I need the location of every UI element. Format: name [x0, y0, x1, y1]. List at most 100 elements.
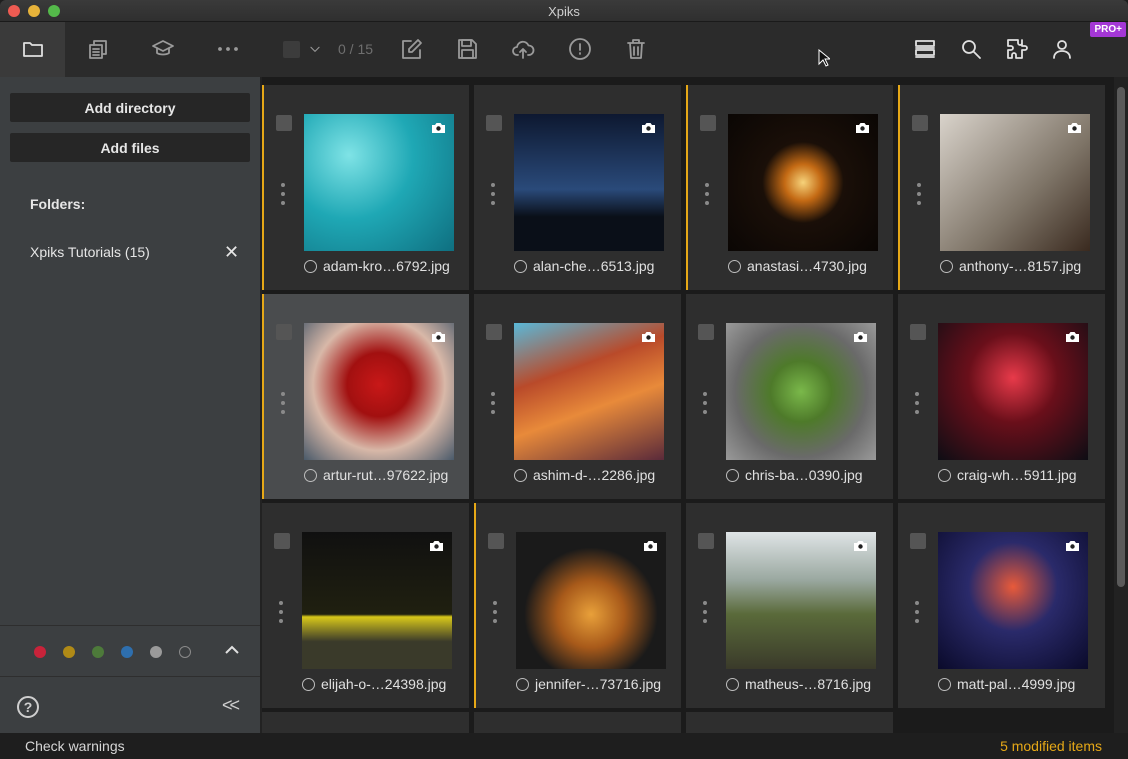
artwork-checkbox[interactable] — [698, 533, 714, 549]
info-icon[interactable] — [566, 35, 594, 63]
add-files-button[interactable]: Add files — [10, 133, 250, 162]
drag-handle-icon[interactable] — [915, 601, 919, 623]
artwork-thumbnail[interactable] — [516, 532, 666, 669]
color-filter-red[interactable] — [34, 646, 46, 658]
drag-handle-icon[interactable] — [279, 601, 283, 623]
artwork-card[interactable]: ashim-d-…2286.jpg — [474, 294, 681, 499]
artwork-checkbox[interactable] — [488, 533, 504, 549]
check-warnings-link[interactable]: Check warnings — [25, 738, 125, 754]
mouse-cursor-icon — [818, 49, 830, 67]
artwork-filename: anthony-…8157.jpg — [940, 258, 1100, 274]
artwork-thumbnail[interactable] — [302, 532, 452, 669]
status-ring-icon — [938, 468, 951, 482]
artwork-checkbox[interactable] — [910, 324, 926, 340]
artwork-card[interactable]: anthony-…8157.jpg — [898, 85, 1105, 290]
color-filter-gray[interactable] — [150, 646, 162, 658]
search-icon[interactable] — [957, 35, 985, 63]
select-all-checkbox[interactable] — [283, 41, 300, 58]
artwork-thumbnail[interactable] — [514, 114, 664, 251]
artwork-card-partial[interactable] — [474, 712, 681, 733]
artwork-checkbox[interactable] — [698, 324, 714, 340]
artwork-card[interactable]: elijah-o-…24398.jpg — [262, 503, 469, 708]
artwork-checkbox[interactable] — [486, 115, 502, 131]
artwork-checkbox[interactable] — [912, 115, 928, 131]
artwork-card[interactable]: matheus-…8716.jpg — [686, 503, 893, 708]
artwork-filename: matt-pal…4999.jpg — [938, 676, 1098, 692]
artwork-checkbox[interactable] — [910, 533, 926, 549]
drag-handle-icon[interactable] — [703, 601, 707, 623]
camera-icon — [1066, 541, 1079, 551]
artwork-card[interactable]: craig-wh…5911.jpg — [898, 294, 1105, 499]
artwork-thumbnail[interactable] — [940, 114, 1090, 251]
artwork-card[interactable]: anastasi…4730.jpg — [686, 85, 893, 290]
more-icon[interactable] — [214, 35, 242, 63]
color-filter-green[interactable] — [92, 646, 104, 658]
folders-tab[interactable] — [0, 22, 65, 77]
artwork-card-partial[interactable] — [262, 712, 469, 733]
grid-scrollbar[interactable] — [1114, 77, 1128, 733]
artwork-checkbox[interactable] — [276, 324, 292, 340]
plugins-icon[interactable] — [1003, 35, 1031, 63]
drag-handle-icon[interactable] — [491, 392, 495, 414]
artwork-checkbox[interactable] — [700, 115, 716, 131]
camera-icon — [432, 332, 445, 342]
user-icon[interactable] — [1048, 35, 1076, 63]
artwork-thumbnail[interactable] — [726, 532, 876, 669]
graduation-cap-icon[interactable] — [149, 35, 177, 63]
status-ring-icon — [516, 677, 529, 691]
filename-text: ashim-d-…2286.jpg — [533, 467, 656, 483]
filename-text: craig-wh…5911.jpg — [957, 467, 1077, 483]
trash-icon[interactable] — [622, 35, 650, 63]
color-filter-blue[interactable] — [121, 646, 133, 658]
artwork-card[interactable]: matt-pal…4999.jpg — [898, 503, 1105, 708]
artwork-filename: anastasi…4730.jpg — [728, 258, 888, 274]
artwork-card-partial[interactable] — [686, 712, 893, 733]
artwork-card[interactable]: alan-che…6513.jpg — [474, 85, 681, 290]
edit-icon[interactable] — [398, 35, 426, 63]
drag-handle-icon[interactable] — [703, 392, 707, 414]
status-bar: Check warnings 5 modified items — [0, 733, 1128, 759]
artwork-thumbnail[interactable] — [728, 114, 878, 251]
artwork-thumbnail[interactable] — [938, 323, 1088, 460]
drag-handle-icon[interactable] — [917, 183, 921, 205]
modified-items-link[interactable]: 5 modified items — [1000, 738, 1102, 754]
remove-folder-icon[interactable]: ✕ — [224, 242, 239, 263]
artwork-filename: elijah-o-…24398.jpg — [302, 676, 462, 692]
pro-badge[interactable]: PRO+ — [1090, 22, 1126, 37]
color-filter-none[interactable] — [179, 646, 191, 658]
collapse-sidebar-icon[interactable]: << — [222, 695, 240, 716]
chevron-down-icon[interactable] — [303, 37, 327, 61]
chevron-up-icon[interactable] — [222, 640, 242, 660]
color-filter-yellow[interactable] — [63, 646, 75, 658]
artwork-thumbnail[interactable] — [514, 323, 664, 460]
artwork-checkbox[interactable] — [486, 324, 502, 340]
artwork-thumbnail[interactable] — [938, 532, 1088, 669]
folder-item[interactable]: Xpiks Tutorials (15) — [30, 244, 150, 260]
drag-handle-icon[interactable] — [493, 601, 497, 623]
artwork-checkbox[interactable] — [274, 533, 290, 549]
artwork-card[interactable]: artur-rut…97622.jpg — [262, 294, 469, 499]
artwork-card[interactable]: adam-kro…6792.jpg — [262, 85, 469, 290]
list-view-icon[interactable] — [911, 35, 939, 63]
drag-handle-icon[interactable] — [491, 183, 495, 205]
camera-icon — [854, 332, 867, 342]
artwork-filename: artur-rut…97622.jpg — [304, 467, 464, 483]
artwork-thumbnail[interactable] — [304, 323, 454, 460]
save-icon[interactable] — [453, 35, 481, 63]
drag-handle-icon[interactable] — [705, 183, 709, 205]
artwork-thumbnail[interactable] — [304, 114, 454, 251]
help-icon[interactable]: ? — [17, 696, 39, 718]
scrollbar-thumb[interactable] — [1117, 87, 1125, 587]
drag-handle-icon[interactable] — [915, 392, 919, 414]
drag-handle-icon[interactable] — [281, 183, 285, 205]
artwork-card[interactable]: jennifer-…73716.jpg — [474, 503, 681, 708]
add-directory-button[interactable]: Add directory — [10, 93, 250, 122]
camera-icon — [644, 541, 657, 551]
drag-handle-icon[interactable] — [281, 392, 285, 414]
artwork-card[interactable]: chris-ba…0390.jpg — [686, 294, 893, 499]
app-window: Xpiks 0 / 15 PRO+ Add directory Add file… — [0, 0, 1128, 759]
artwork-thumbnail[interactable] — [726, 323, 876, 460]
files-icon[interactable] — [84, 35, 112, 63]
artwork-checkbox[interactable] — [276, 115, 292, 131]
upload-cloud-icon[interactable] — [509, 35, 537, 63]
